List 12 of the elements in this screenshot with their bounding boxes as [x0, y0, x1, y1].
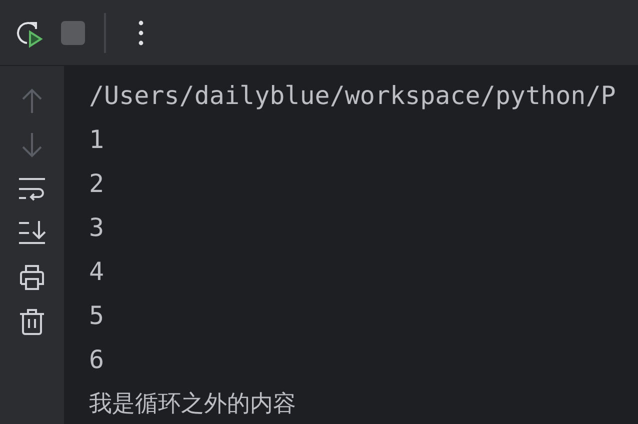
- console-line: 我是循环之外的内容: [89, 390, 296, 419]
- delete-icon[interactable]: [17, 306, 47, 336]
- stop-icon: [60, 20, 86, 46]
- console-line: 3: [89, 212, 104, 244]
- more-icon: [137, 20, 145, 46]
- console-line: /Users/dailyblue/workspace/python/P: [89, 80, 616, 112]
- console-line: 1: [89, 124, 104, 156]
- console-line: 2: [89, 168, 104, 200]
- console-line: 5: [89, 300, 104, 332]
- console-line: 6: [89, 344, 104, 376]
- console-line: 4: [89, 256, 104, 288]
- print-icon[interactable]: [17, 262, 47, 292]
